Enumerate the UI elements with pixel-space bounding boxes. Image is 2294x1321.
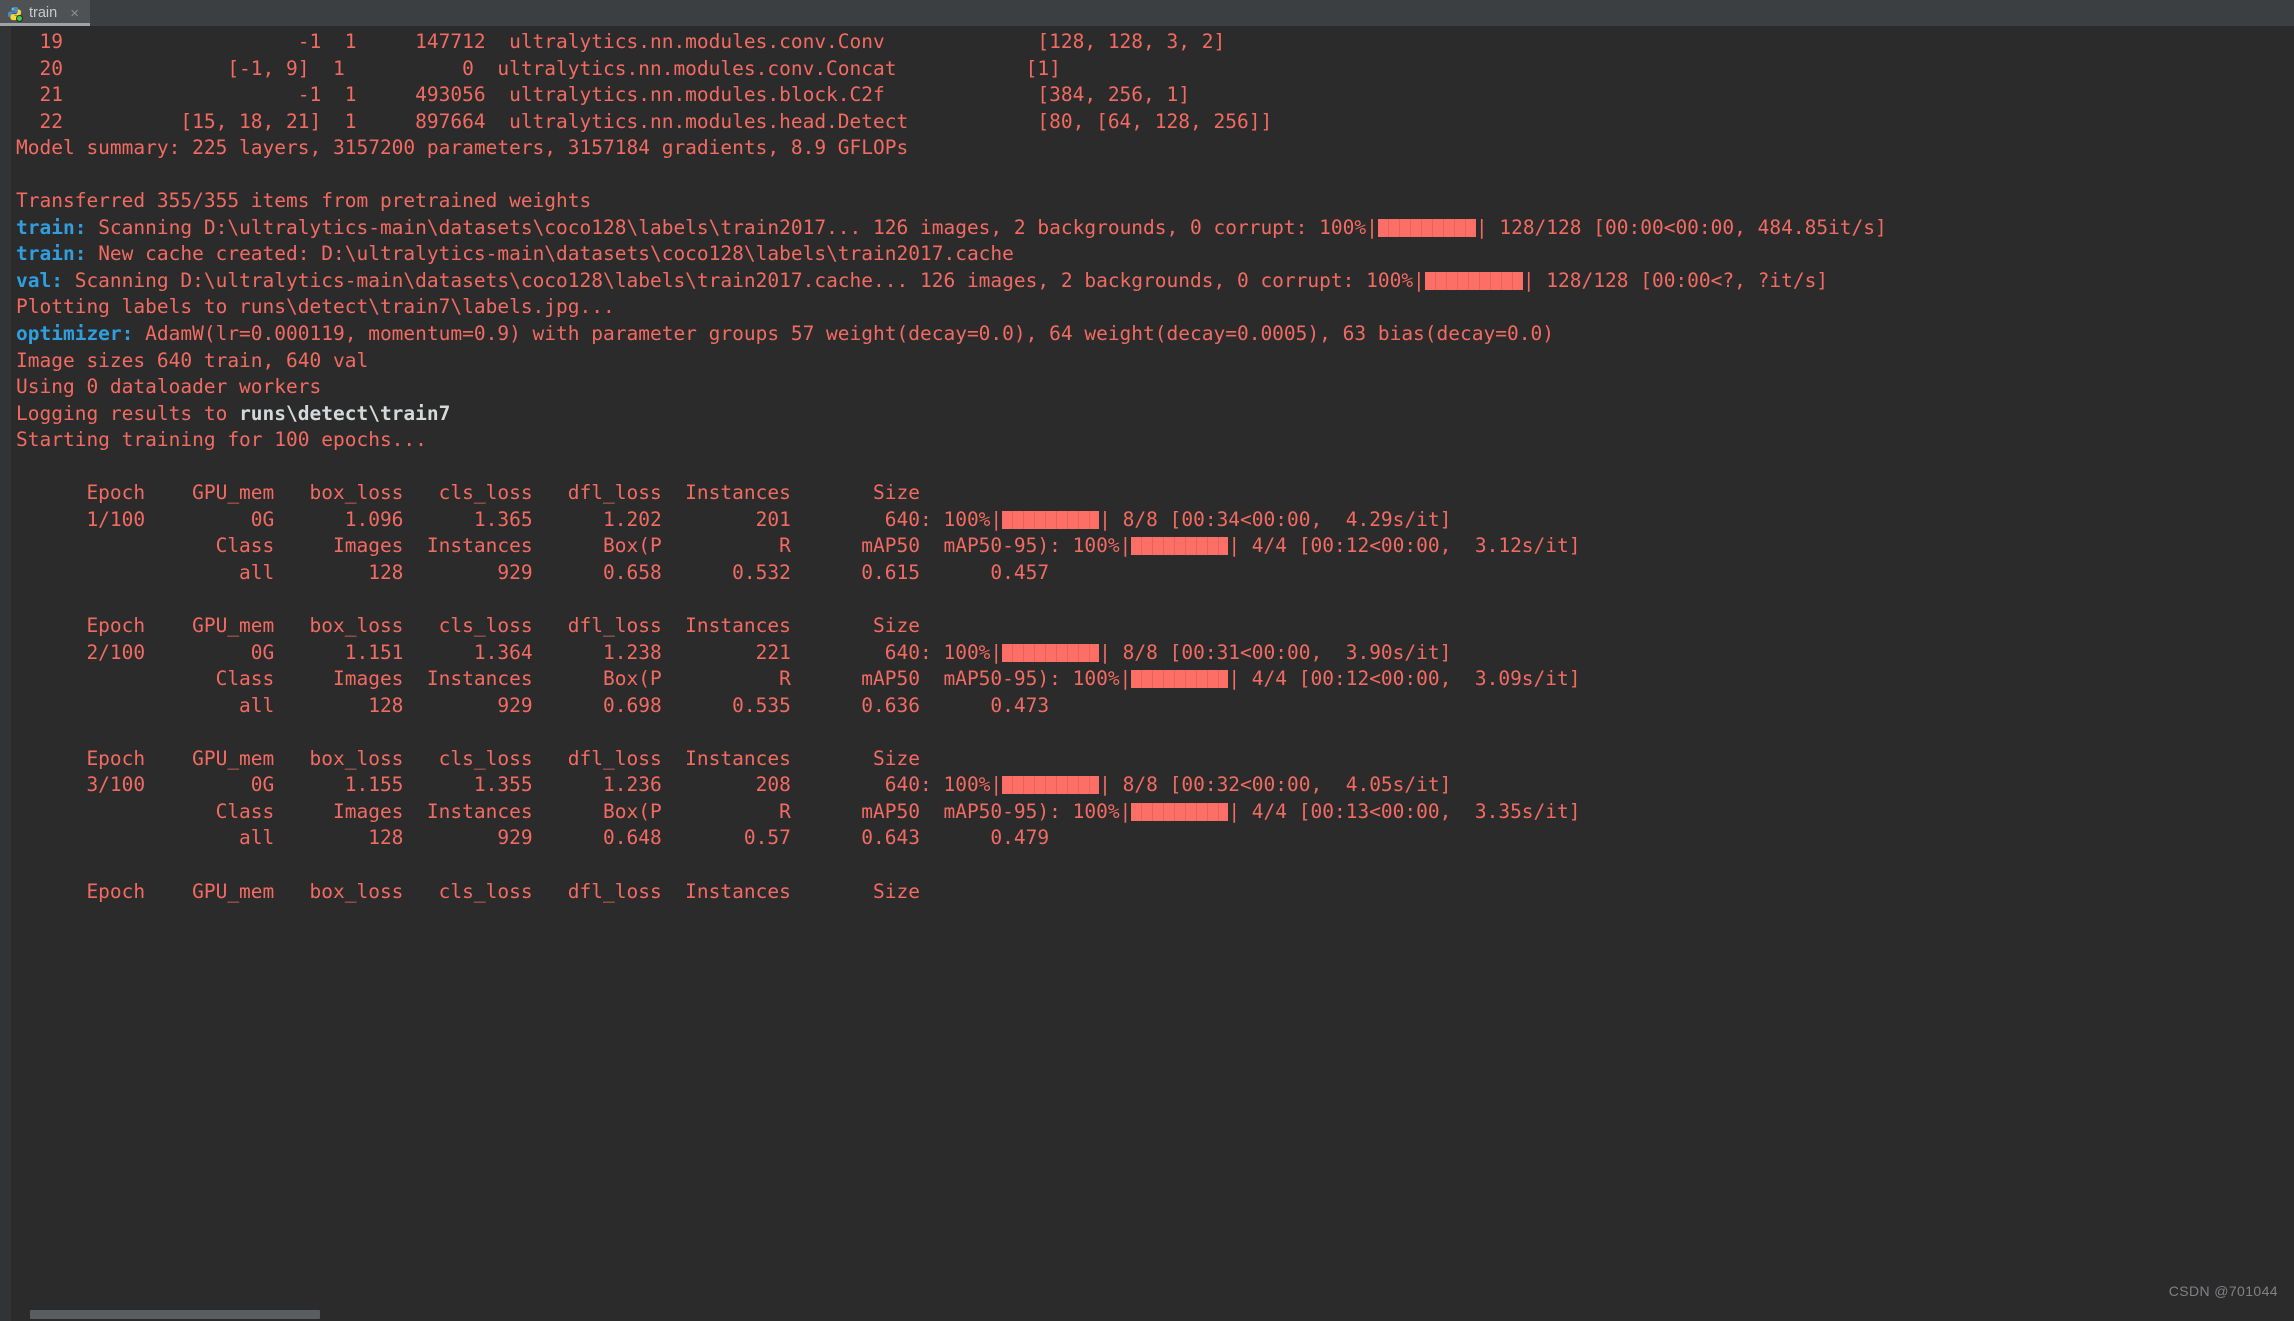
progress-bar [1002, 776, 1100, 795]
console-line-val-row-3: all 128 929 0.648 0.57 0.643 0.479 [12, 825, 2294, 852]
console-line-epoch-header-4: Epoch GPU_mem box_loss cls_loss dfl_loss… [12, 879, 2294, 906]
console-text: Class Images Instances Box(P R mAP50 mAP… [16, 534, 1132, 558]
console-line-layer-19: 19 -1 1 147712 ultralytics.nn.modules.co… [12, 29, 2294, 56]
console-line-epoch-header-3: Epoch GPU_mem box_loss cls_loss dfl_loss… [12, 746, 2294, 773]
console-line-train-scanning: train: Scanning D:\ultralytics-main\data… [12, 215, 2294, 242]
console-line-logging-results: Logging results to runs\detect\train7 [12, 401, 2294, 428]
console-text: runs\detect\train7 [239, 401, 451, 425]
console-text: val: [16, 268, 75, 292]
console-line-train-cache: train: New cache created: D:\ultralytics… [12, 241, 2294, 268]
console-line-epoch-header-1: Epoch GPU_mem box_loss cls_loss dfl_loss… [12, 480, 2294, 507]
console-line-epoch-row-3: 3/100 0G 1.155 1.355 1.236 208 640: 100%… [12, 772, 2294, 799]
console-line-optimizer: optimizer: AdamW(lr=0.000119, momentum=0… [12, 321, 2294, 348]
console-line-epoch-header-2: Epoch GPU_mem box_loss cls_loss dfl_loss… [12, 613, 2294, 640]
console-line-blank-4 [12, 719, 2294, 746]
console-text: Class Images Instances Box(P R mAP50 mAP… [16, 799, 1132, 823]
console-line-model-summary: Model summary: 225 layers, 3157200 param… [12, 135, 2294, 162]
console-text: Image sizes 640 train, 640 val [16, 348, 369, 372]
console-text: 20 [-1, 9] 1 0 ultralytics.nn.modules.co… [16, 56, 1061, 80]
run-status-dot [16, 14, 23, 22]
console-text: | 4/4 [00:12<00:00, 3.12s/it] [1228, 534, 1581, 558]
console-text: 19 -1 1 147712 ultralytics.nn.modules.co… [16, 30, 1226, 53]
console-text: Class Images Instances Box(P R mAP50 mAP… [16, 667, 1132, 691]
console-text: 3/100 0G 1.155 1.355 1.236 208 640: 100%… [16, 773, 1003, 797]
console-text: AdamW(lr=0.000119, momentum=0.9) with pa… [145, 322, 1554, 346]
horizontal-scrollbar-thumb[interactable] [30, 1310, 320, 1319]
console-text: | 8/8 [00:31<00:00, 3.90s/it] [1099, 640, 1452, 664]
console-line-transferred: Transferred 355/355 items from pretraine… [12, 188, 2294, 215]
console-text: Logging results to [16, 401, 240, 425]
console-text: all 128 929 0.658 0.532 0.615 0.457 [16, 560, 1050, 584]
console-line-val-header-3: Class Images Instances Box(P R mAP50 mAP… [12, 799, 2294, 826]
progress-bar [1002, 510, 1100, 529]
progress-bar [1377, 218, 1476, 237]
console-text: | 8/8 [00:34<00:00, 4.29s/it] [1099, 507, 1452, 531]
close-icon[interactable]: × [68, 5, 81, 22]
console-text: 21 -1 1 493056 ultralytics.nn.modules.bl… [16, 83, 1190, 107]
progress-bar [1424, 271, 1523, 290]
console-text: 22 [15, 18, 21] 1 897664 ultralytics.nn.… [16, 109, 1273, 133]
console-text: Epoch GPU_mem box_loss cls_loss dfl_loss… [16, 614, 920, 638]
console-text: Scanning D:\ultralytics-main\datasets\co… [98, 215, 1378, 239]
console-text: Epoch GPU_mem box_loss cls_loss dfl_loss… [16, 746, 920, 770]
console-line-epoch-row-2: 2/100 0G 1.151 1.364 1.238 221 640: 100%… [12, 640, 2294, 667]
console-line-val-header-2: Class Images Instances Box(P R mAP50 mAP… [12, 666, 2294, 693]
python-file-icon [7, 6, 23, 22]
console-text: Transferred 355/355 items from pretraine… [16, 189, 592, 213]
console-text: train: [16, 215, 99, 239]
console-gutter [0, 26, 12, 1321]
console-line-blank-2 [12, 454, 2294, 481]
console-text: | 4/4 [00:12<00:00, 3.09s/it] [1228, 667, 1581, 691]
watermark: CSDN @701044 [2168, 1283, 2278, 1299]
console-text: Epoch GPU_mem box_loss cls_loss dfl_loss… [16, 481, 920, 505]
console-line-layer-20: 20 [-1, 9] 1 0 ultralytics.nn.modules.co… [12, 56, 2294, 83]
console-line-blank-5 [12, 852, 2294, 879]
tab-train[interactable]: train × [0, 0, 90, 26]
console-text: | 8/8 [00:32<00:00, 4.05s/it] [1099, 773, 1452, 797]
console-line-dataloader-workers: Using 0 dataloader workers [12, 374, 2294, 401]
console-text: Model summary: 225 layers, 3157200 param… [16, 136, 909, 160]
console-line-plotting-labels: Plotting labels to runs\detect\train7\la… [12, 294, 2294, 321]
console-text: 1/100 0G 1.096 1.365 1.202 201 640: 100%… [16, 507, 1003, 531]
console-line-val-row-1: all 128 929 0.658 0.532 0.615 0.457 [12, 560, 2294, 587]
console-line-val-scanning: val: Scanning D:\ultralytics-main\datase… [12, 268, 2294, 295]
console-text: optimizer: [16, 322, 146, 346]
console-line-blank-1 [12, 162, 2294, 189]
progress-bar [1002, 643, 1100, 662]
console-line-image-sizes: Image sizes 640 train, 640 val [12, 348, 2294, 375]
console-line-val-row-2: all 128 929 0.698 0.535 0.636 0.473 [12, 693, 2294, 720]
console-output[interactable]: 19 -1 1 147712 ultralytics.nn.modules.co… [12, 26, 2294, 1321]
console-text: train: [16, 242, 99, 266]
console-text: 2/100 0G 1.151 1.364 1.238 221 640: 100%… [16, 640, 1003, 664]
console-text: New cache created: D:\ultralytics-main\d… [98, 242, 1014, 266]
progress-bar [1131, 537, 1229, 556]
console-line-blank-3 [12, 586, 2294, 613]
console-text: Plotting labels to runs\detect\train7\la… [16, 295, 615, 319]
console-line-layer-22: 22 [15, 18, 21] 1 897664 ultralytics.nn.… [12, 109, 2294, 136]
run-console-panel: 19 -1 1 147712 ultralytics.nn.modules.co… [0, 26, 2294, 1321]
editor-tab-bar: train × [0, 0, 2294, 26]
progress-bar [1131, 802, 1229, 821]
console-text: Epoch GPU_mem box_loss cls_loss dfl_loss… [16, 879, 920, 903]
console-line-val-header-1: Class Images Instances Box(P R mAP50 mAP… [12, 533, 2294, 560]
progress-bar [1131, 670, 1229, 689]
horizontal-scrollbar-track[interactable] [12, 1308, 2294, 1321]
console-line-layer-21: 21 -1 1 493056 ultralytics.nn.modules.bl… [12, 82, 2294, 109]
console-line-epoch-row-1: 1/100 0G 1.096 1.365 1.202 201 640: 100%… [12, 507, 2294, 534]
console-text: Starting training for 100 epochs... [16, 428, 427, 452]
console-text: | 4/4 [00:13<00:00, 3.35s/it] [1228, 799, 1581, 823]
console-text: | 128/128 [00:00<?, ?it/s] [1522, 268, 1829, 292]
console-text: | 128/128 [00:00<00:00, 484.85it/s] [1475, 215, 1887, 239]
console-text: Scanning D:\ultralytics-main\datasets\co… [74, 268, 1425, 292]
console-text: all 128 929 0.648 0.57 0.643 0.479 [16, 826, 1050, 850]
console-line-starting-training: Starting training for 100 epochs... [12, 427, 2294, 454]
console-text: Using 0 dataloader workers [16, 375, 322, 399]
console-text: all 128 929 0.698 0.535 0.636 0.473 [16, 693, 1050, 717]
